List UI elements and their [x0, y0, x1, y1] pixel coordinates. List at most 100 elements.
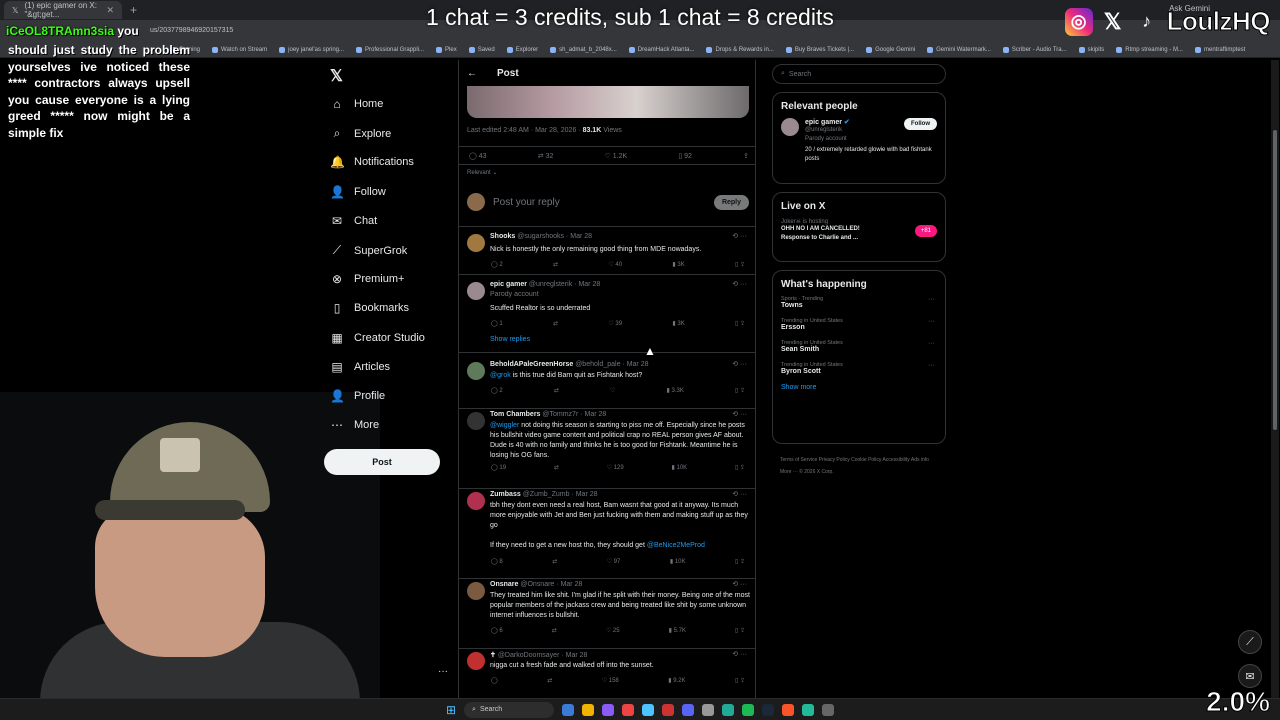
bookmark-icon[interactable]: ▯ ⇪ [735, 558, 745, 565]
repost-button[interactable]: ⇄ [552, 558, 557, 565]
x-logo-icon[interactable]: 𝕏 [330, 66, 343, 86]
show-more-link[interactable]: Show more [781, 384, 937, 391]
nav-item-chat[interactable]: ✉ Chat [330, 214, 377, 228]
tweet-author-handle[interactable]: @unreglsterik [529, 281, 572, 288]
live-space-subtitle[interactable]: Response to Charlie and ... [781, 234, 937, 243]
nav-item-creator-studio[interactable]: ▦ Creator Studio [330, 331, 425, 345]
tweet-author-name[interactable]: BeholdAPaleGreenHorse [490, 361, 573, 368]
bookmark-item[interactable]: Saved [468, 46, 495, 53]
trend-item[interactable]: Sports · Trending Towns ··· [781, 296, 937, 309]
bookmark-icon[interactable]: ▯ ⇪ [735, 387, 745, 394]
tweet-author-handle[interactable]: @sugarshooks [517, 233, 564, 240]
like-button[interactable]: ♡ [610, 387, 615, 394]
tweet-author-name[interactable]: ✝ [490, 652, 496, 659]
nav-item-articles[interactable]: ▤ Articles [330, 360, 390, 374]
views-button[interactable]: ▮ 3K [672, 320, 684, 327]
tweet-mention[interactable]: @BeNice2MeProd [647, 542, 705, 549]
like-button[interactable]: ♡ 129 [607, 464, 624, 471]
reply-button[interactable]: ◯ 6 [491, 627, 503, 634]
relevant-person[interactable]: epic gamer ✔ @unreglsterik Parody accoun… [781, 118, 937, 164]
taskbar-app-icon[interactable] [802, 703, 815, 716]
taskbar-app-icon[interactable] [562, 703, 575, 716]
trend-item[interactable]: Trending in United States Ersson ··· [781, 318, 937, 331]
repost-button[interactable]: ⇄ [553, 320, 558, 327]
nav-item-follow[interactable]: 👤 Follow [330, 185, 386, 199]
tweet-more-icon[interactable]: ⟲ ··· [732, 410, 747, 418]
tweet-more-icon[interactable]: ⟲ ··· [732, 360, 747, 368]
bookmark-item[interactable]: Google Gemini [866, 46, 915, 53]
repost-button[interactable]: ⇄ [547, 677, 552, 684]
avatar[interactable] [467, 652, 485, 670]
taskbar-app-icon[interactable] [662, 703, 675, 716]
messages-float-icon[interactable]: ✉ [1238, 664, 1262, 688]
avatar[interactable] [467, 234, 485, 252]
reply-button[interactable]: ◯ 8 [491, 558, 503, 565]
grok-float-icon[interactable]: ⟋ [1238, 630, 1262, 654]
show-replies-link[interactable]: Show replies [490, 336, 530, 343]
taskbar-app-icon[interactable] [822, 703, 835, 716]
reply-button[interactable]: ◯ 1 [491, 320, 503, 327]
reply-button[interactable]: ◯ 2 [491, 387, 503, 394]
avatar[interactable] [467, 412, 485, 430]
tweet-more-icon[interactable]: ⟲ ··· [732, 280, 747, 288]
bookmark-icon[interactable]: ▯ ⇪ [735, 677, 745, 684]
bookmark-count-button[interactable]: ▯ 92 [678, 152, 692, 160]
follow-button[interactable]: Follow [904, 118, 937, 130]
repost-button[interactable]: ⇄ [554, 387, 559, 394]
bookmark-item[interactable]: skipits [1078, 46, 1104, 53]
nav-item-explore[interactable]: ⌕ Explore [330, 126, 392, 141]
browser-tab[interactable]: 𝕏 (1) epic gamer on X: "&gt;get... ✕ [4, 1, 122, 19]
bookmark-item[interactable]: Gemini Watermark... [927, 46, 991, 53]
like-button[interactable]: ♡ 97 [607, 558, 621, 565]
folder-icon[interactable] [582, 703, 595, 716]
tweet-author-name[interactable]: Shooks [490, 233, 515, 240]
account-more-icon[interactable]: ··· [438, 666, 448, 677]
trend-more-icon[interactable]: ··· [928, 296, 935, 303]
trend-item[interactable]: Trending in United States Sean Smith ··· [781, 340, 937, 353]
tweet-author-name[interactable]: epic gamer [490, 281, 527, 288]
tweet-date[interactable]: Mar 28 [576, 491, 598, 498]
bookmark-item[interactable]: Plex [436, 46, 457, 53]
bookmark-item[interactable]: Watch on Stream [212, 46, 267, 53]
post-button[interactable]: Post [324, 449, 440, 475]
bookmark-item[interactable]: mentraftimptest [1194, 46, 1245, 53]
bookmark-item[interactable]: Scriber - Audio Tra... [1002, 46, 1067, 53]
views-button[interactable]: ▮ 9.2K [668, 677, 685, 684]
tweet-author-name[interactable]: Onsnare [490, 581, 518, 588]
bookmark-item[interactable]: sh_admat_b_2048x... [550, 46, 617, 53]
avatar[interactable] [467, 282, 485, 300]
chrome-icon[interactable] [622, 703, 635, 716]
search-input[interactable]: ⌕ Search [772, 64, 946, 84]
nav-item-premium[interactable]: ⊗ Premium+ [330, 272, 404, 286]
repost-button[interactable]: ⇄ [554, 464, 559, 471]
bookmark-icon[interactable]: ▯ ⇪ [735, 464, 745, 471]
tweet-author-handle[interactable]: @Onsnare [520, 581, 554, 588]
nav-item-more[interactable]: ⋯ More [330, 418, 379, 432]
nav-item-profile[interactable]: 👤 Profile [330, 389, 385, 403]
nav-item-notifications[interactable]: 🔔 Notifications [330, 155, 414, 169]
discord-icon[interactable] [682, 703, 695, 716]
tweet-date[interactable]: Mar 28 [561, 581, 583, 588]
views-button[interactable]: ▮ 3.3K [667, 387, 684, 394]
post-media[interactable] [467, 86, 749, 118]
live-listener-count[interactable]: +81 [914, 225, 937, 237]
bookmark-icon[interactable]: ▯ ⇪ [735, 261, 745, 268]
taskbar-app-icon[interactable] [642, 703, 655, 716]
views-button[interactable]: ▮ 3K [672, 261, 684, 268]
tweet-mention[interactable]: @grok [490, 372, 511, 379]
like-button[interactable]: ♡ 158 [602, 677, 619, 684]
bookmark-item[interactable]: Professional Grappli... [356, 46, 424, 53]
views-button[interactable]: ▮ 10K [670, 558, 686, 565]
nav-item-home[interactable]: ⌂ Home [330, 97, 383, 111]
tweet-author-handle[interactable]: @DarkoDoomsayer [498, 652, 560, 659]
close-tab-icon[interactable]: ✕ [106, 5, 114, 16]
reply-button[interactable]: ◯ [491, 677, 498, 684]
sort-dropdown[interactable]: Relevant ⌄ [467, 169, 497, 176]
footer-links[interactable]: Terms of Service Privacy Policy Cookie P… [780, 454, 940, 478]
bookmark-item[interactable]: joey janel'as spring... [279, 46, 344, 53]
trend-more-icon[interactable]: ··· [928, 318, 935, 325]
tweet-author-handle[interactable]: @Zumb_Zumb [523, 491, 570, 498]
bookmark-item[interactable]: Rtmp streaming - M... [1116, 46, 1183, 53]
live-space-title[interactable]: OHH NO I AM CANCELLED! [781, 225, 937, 234]
tweet-date[interactable]: Mar 28 [585, 411, 607, 418]
